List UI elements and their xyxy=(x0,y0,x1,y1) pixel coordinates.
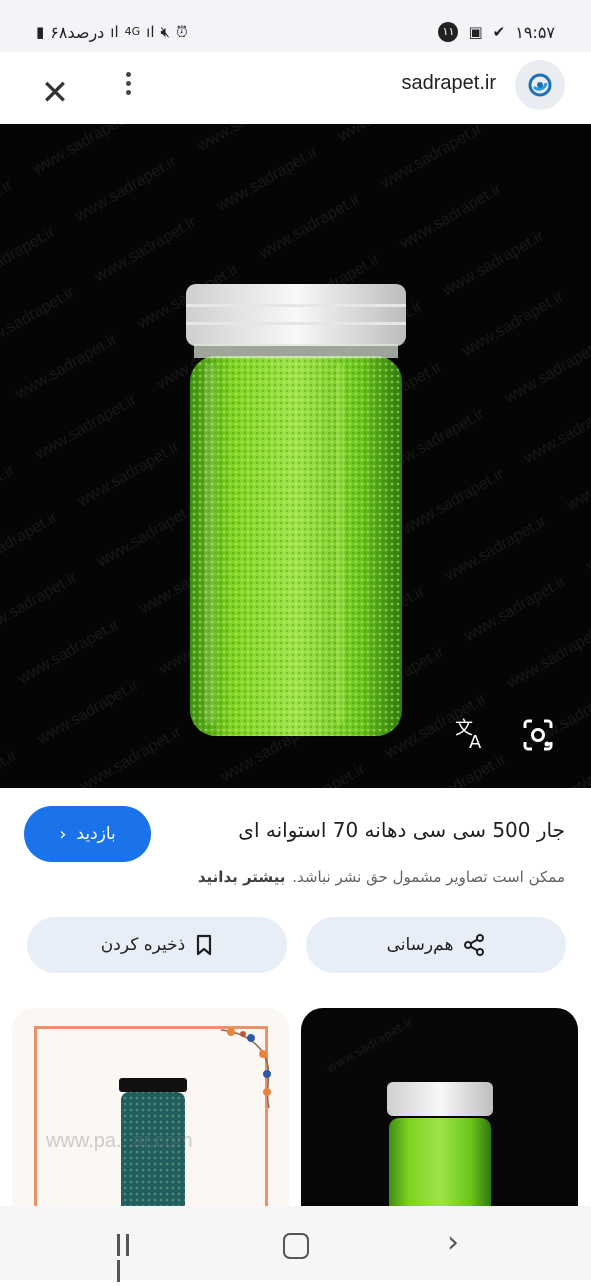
main-image[interactable]: www.sadrapet.ir www.sadrapet.ir www.sadr… xyxy=(0,124,591,788)
system-nav-bar: › xyxy=(0,1206,591,1282)
translate-icon[interactable]: 文 A xyxy=(453,716,489,753)
image-title: جار 500 سی سی دهانه 70 استوانه ای xyxy=(238,818,565,842)
jar-image xyxy=(186,284,406,736)
copyright-notice: ممکن است تصاویر مشمول حق نشر نباشد. بیشت… xyxy=(45,868,565,886)
related-image-right[interactable]: www.sadrapet.ir xyxy=(301,1008,578,1228)
share-icon xyxy=(464,934,485,956)
signal-icon-2: ıl xyxy=(146,23,155,41)
floral-decoration-icon xyxy=(220,1028,271,1109)
bookmark-icon xyxy=(197,934,212,956)
site-favicon-icon[interactable] xyxy=(515,60,565,110)
battery-icon: ▮ xyxy=(36,23,45,41)
save-button[interactable]: ذخیره کردن xyxy=(27,917,287,973)
network-type: 4G xyxy=(124,25,141,38)
shield-check-icon: ✔ xyxy=(492,23,506,41)
visit-label: بازدید xyxy=(76,824,116,844)
thumb-watermark-right: www.sadrapet.ir xyxy=(324,1014,416,1076)
share-label: هم‌رسانی xyxy=(386,935,454,955)
chevron-left-icon: ‹ xyxy=(59,823,67,845)
visit-button[interactable]: بازدید ‹ xyxy=(24,806,151,862)
clock: ۱۹:۵۷ xyxy=(515,22,555,42)
related-image-left[interactable]: www.pa...ar.com xyxy=(12,1008,289,1228)
thumb-watermark: www.pa...ar.com xyxy=(46,1130,193,1152)
status-right: ۱۱ ▣ ✔ ۱۹:۵۷ xyxy=(438,22,555,42)
recent-apps-icon[interactable] xyxy=(117,1234,143,1282)
share-button[interactable]: هم‌رسانی xyxy=(306,917,566,973)
svg-text:A: A xyxy=(469,732,482,752)
home-icon[interactable] xyxy=(283,1233,309,1259)
copyright-text: ممکن است تصاویر مشمول حق نشر نباشد. xyxy=(292,868,565,886)
site-name[interactable]: sadrapet.ir xyxy=(402,72,497,95)
gallery-icon: ▣ xyxy=(468,23,483,41)
back-icon[interactable]: › xyxy=(447,1228,459,1258)
status-left: ▮ ۶۸درصد ıl 4G ıl 🔇︎ ⏰︎ xyxy=(36,22,188,42)
mute-icon: 🔇︎ xyxy=(160,23,170,41)
more-options-icon[interactable] xyxy=(118,68,138,104)
viewer-header: ✕ sadrapet.ir xyxy=(0,52,591,124)
save-label: ذخیره کردن xyxy=(100,935,186,955)
battery-text: ۶۸درصد xyxy=(50,22,105,42)
notification-count-badge: ۱۱ xyxy=(438,22,459,42)
alarm-icon: ⏰︎ xyxy=(175,23,188,41)
learn-more-link[interactable]: بیشتر بدانید xyxy=(198,868,286,886)
close-icon[interactable]: ✕ xyxy=(38,76,72,110)
lens-search-icon[interactable] xyxy=(521,718,555,752)
signal-icon: ıl xyxy=(110,23,119,41)
